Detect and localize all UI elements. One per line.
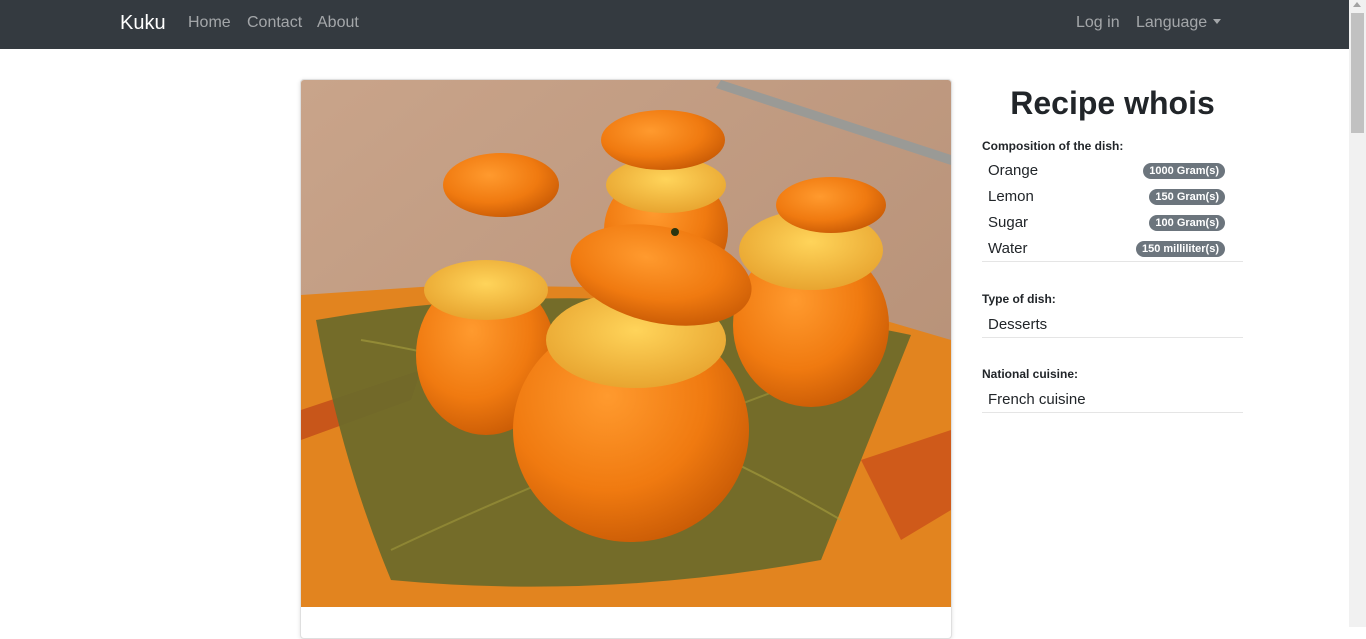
ingredient-name: Orange — [988, 162, 1039, 179]
brand-logo-link[interactable]: Kuku — [120, 11, 166, 35]
nav-contact-link[interactable]: Contact — [247, 13, 302, 33]
page-title: Recipe whois — [1010, 85, 1215, 121]
nav-about-link[interactable]: About — [317, 13, 359, 33]
dish-type-value: Desserts — [982, 312, 1243, 338]
amount-badge: 150 milliliter(s) — [1135, 241, 1225, 257]
amount-badge: 100 Gram(s) — [1149, 215, 1225, 231]
page-scrollbar[interactable] — [1349, 0, 1366, 627]
composition-heading: Composition of the dish: — [982, 139, 1124, 153]
ingredient-item: Water 150 milliliter(s) — [982, 236, 1243, 262]
caret-down-icon — [1213, 19, 1222, 24]
language-dropdown[interactable]: Language — [1136, 13, 1222, 33]
nav-home-link[interactable]: Home — [188, 13, 231, 33]
cuisine-heading: National cuisine: — [982, 367, 1079, 381]
recipe-photo — [301, 80, 951, 607]
amount-badge: 1000 Gram(s) — [1143, 163, 1225, 179]
scroll-up-arrow-icon[interactable] — [1353, 2, 1361, 7]
cuisine-value: French cuisine — [982, 387, 1243, 413]
recipe-image-card — [300, 79, 952, 639]
ingredient-item: Orange 1000 Gram(s) — [982, 158, 1243, 184]
login-link[interactable]: Log in — [1076, 13, 1120, 33]
language-label: Language — [1136, 14, 1208, 31]
amount-badge: 150 Gram(s) — [1149, 189, 1225, 205]
ingredient-name: Water — [988, 240, 1028, 257]
ingredient-name: Lemon — [988, 188, 1034, 205]
dish-type-list: Desserts — [982, 312, 1243, 338]
ingredient-name: Sugar — [988, 214, 1029, 231]
ingredient-item: Lemon 150 Gram(s) — [982, 184, 1243, 210]
scroll-thumb[interactable] — [1351, 13, 1364, 133]
dish-type-heading: Type of dish: — [982, 292, 1056, 306]
ingredient-item: Sugar 100 Gram(s) — [982, 210, 1243, 236]
cuisine-list: French cuisine — [982, 387, 1243, 413]
ingredient-list: Orange 1000 Gram(s) Lemon 150 Gram(s) Su… — [982, 158, 1243, 262]
top-navbar: Kuku Home Contact About Log in Language — [0, 0, 1349, 49]
